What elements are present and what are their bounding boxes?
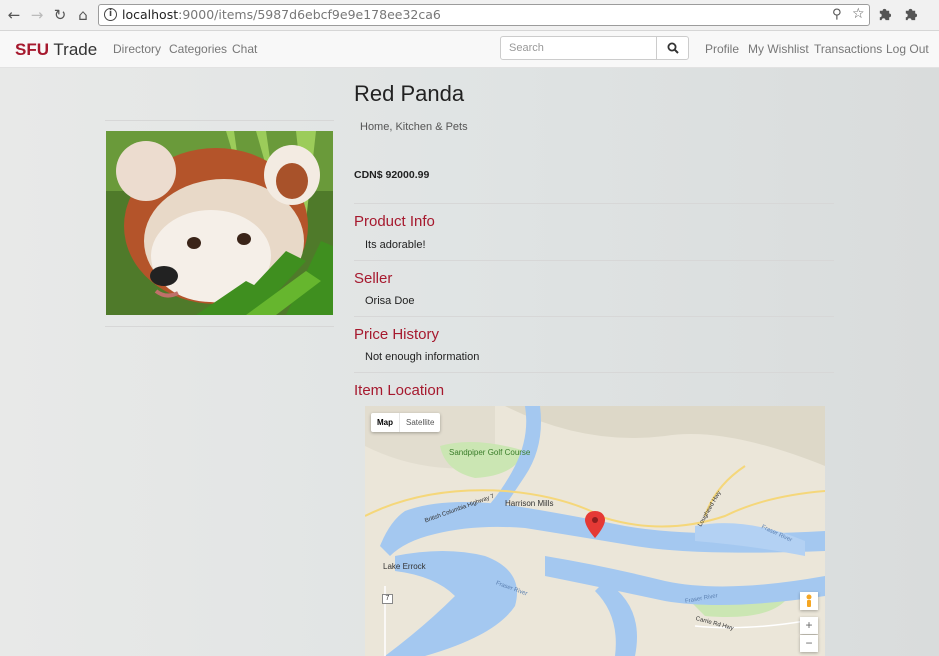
- reload-icon[interactable]: ↻: [51, 6, 69, 24]
- route-shield-7: 7: [382, 594, 393, 604]
- seller-heading: Seller: [354, 270, 393, 287]
- product-info-heading: Product Info: [354, 213, 435, 230]
- nav-directory[interactable]: Directory: [113, 42, 161, 56]
- section-divider: [354, 372, 834, 373]
- back-icon[interactable]: ←: [5, 6, 23, 24]
- nav-transactions[interactable]: Transactions: [814, 42, 882, 56]
- item-page: Red Panda Home, Kitchen & Pets CDN$ 9200…: [0, 68, 939, 656]
- section-divider: [354, 316, 834, 317]
- location-map[interactable]: Map Satellite Sandpiper Golf Course Harr…: [365, 406, 825, 656]
- map-canvas[interactable]: [365, 406, 825, 656]
- seller-name[interactable]: Orisa Doe: [365, 295, 415, 307]
- browser-toolbar: ← → ↻ ⌂ i localhost:9000/items/5987d6ebc…: [0, 0, 939, 31]
- url-path: :9000/items/5987d6ebcf9e9e178ee32ca6: [178, 7, 441, 22]
- photo-divider-top: [105, 120, 334, 121]
- site-navbar: SFU Trade Directory Categories Chat Sear…: [0, 31, 939, 68]
- nav-logout[interactable]: Log Out: [886, 42, 929, 56]
- price-history-text: Not enough information: [365, 351, 480, 363]
- street-view-pegman-icon[interactable]: [800, 592, 818, 610]
- address-bar[interactable]: i localhost:9000/items/5987d6ebcf9e9e178…: [98, 4, 870, 26]
- product-info-text: Its adorable!: [365, 239, 426, 251]
- bookmark-star-icon[interactable]: ☆: [852, 6, 865, 22]
- nav-chat[interactable]: Chat: [232, 42, 257, 56]
- nav-profile[interactable]: Profile: [705, 42, 739, 56]
- extension-puzzle-icon[interactable]: [877, 6, 892, 25]
- brand-trade: Trade: [49, 40, 98, 59]
- section-divider: [354, 260, 834, 261]
- search-icon: [667, 42, 679, 54]
- map-type-map[interactable]: Map: [371, 413, 399, 432]
- map-label-golf: Sandpiper Golf Course: [449, 448, 531, 457]
- extensions-menu-icon[interactable]: [903, 6, 918, 25]
- brand-logo[interactable]: SFU Trade: [15, 40, 97, 60]
- search-button[interactable]: [656, 36, 689, 60]
- item-photo[interactable]: [106, 131, 333, 315]
- zoom-in-button[interactable]: +: [800, 617, 818, 634]
- section-divider: [354, 203, 834, 204]
- map-label-harrison: Harrison Mills: [505, 499, 554, 508]
- home-icon[interactable]: ⌂: [74, 6, 92, 24]
- search-input[interactable]: Search: [500, 36, 657, 60]
- price-history-heading: Price History: [354, 326, 440, 343]
- zoom-icon[interactable]: ⚲: [832, 7, 842, 22]
- url-host: localhost: [122, 7, 179, 22]
- site-info-icon[interactable]: i: [104, 8, 117, 21]
- item-category[interactable]: Home, Kitchen & Pets: [360, 121, 468, 133]
- address-url[interactable]: localhost:9000/items/5987d6ebcf9e9e178ee…: [122, 7, 441, 22]
- item-location-heading: Item Location: [354, 382, 445, 399]
- map-type-control[interactable]: Map Satellite: [371, 413, 441, 432]
- photo-divider-bottom: [105, 326, 334, 327]
- item-title: Red Panda: [354, 81, 465, 106]
- map-label-lake-errock: Lake Errock: [383, 562, 426, 571]
- zoom-out-button[interactable]: −: [800, 635, 818, 652]
- nav-wishlist[interactable]: My Wishlist: [748, 42, 809, 56]
- item-price: CDN$ 92000.99: [354, 169, 430, 181]
- brand-sfu: SFU: [15, 40, 49, 59]
- map-type-satellite[interactable]: Satellite: [399, 413, 440, 432]
- forward-icon[interactable]: →: [28, 6, 46, 24]
- nav-categories[interactable]: Categories: [169, 42, 227, 56]
